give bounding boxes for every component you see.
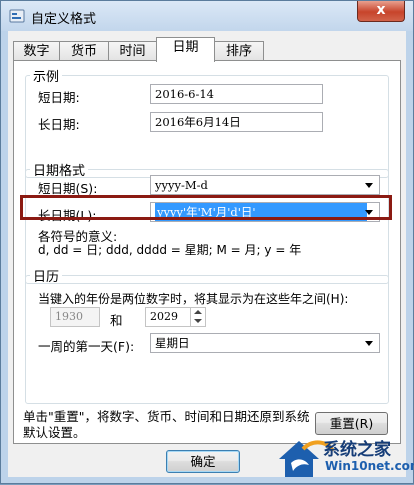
calendar-legend: 日历 (33, 270, 60, 285)
year-to-value: 2029 (150, 310, 178, 323)
arrow-down-icon (194, 319, 202, 323)
and-label: 和 (110, 313, 123, 328)
close-icon: x (376, 2, 386, 18)
example-long-label: 长日期: (38, 117, 80, 132)
long-date-value[interactable]: yyyy'年'M'月'd'日' (155, 203, 367, 221)
arrow-up-icon (194, 310, 202, 314)
ok-button[interactable]: 确定 (166, 450, 240, 473)
first-day-combo[interactable]: 星期日 (150, 333, 380, 353)
short-date-label: 短日期(S): (38, 181, 98, 196)
title-bar: 自定义格式 x (1, 1, 413, 31)
first-day-label: 一周的第一天(F): (38, 339, 135, 354)
dialog-client-area: 数字 货币 时间 日期 排序 示例 短日期: 2016-6-14 长日期: 20… (8, 31, 406, 477)
year-from-field: 1930 (50, 307, 100, 327)
example-long-field: 2016年6月14日 (150, 112, 323, 132)
tab-numbers[interactable]: 数字 (13, 41, 60, 61)
example-legend: 示例 (33, 70, 60, 85)
year-from-value: 1930 (55, 310, 83, 323)
example-short-label: 短日期: (38, 90, 80, 105)
tab-currency[interactable]: 货币 (59, 41, 109, 61)
site-watermark: 系统之家 Win10net.com (273, 429, 414, 485)
region-settings-icon (9, 9, 25, 23)
long-date-label: 长日期(L): (38, 208, 97, 223)
custom-format-dialog: 自定义格式 x 数字 货币 时间 日期 排序 示例 短日期: 2016-6-14… (0, 0, 414, 484)
date-format-legend: 日期格式 (33, 164, 86, 179)
year-to-spin-buttons[interactable] (190, 308, 205, 326)
chevron-down-icon (365, 183, 373, 188)
tab-date[interactable]: 日期 (156, 37, 215, 62)
example-short-field: 2016-6-14 (150, 84, 323, 104)
watermark-brand-cn: 系统之家 (323, 440, 391, 460)
symbols-meaning: d, dd = 日; ddd, dddd = 星期; M = 月; y = 年 (38, 243, 302, 257)
short-date-combo[interactable]: yyyy-M-d (150, 175, 380, 195)
window-title: 自定义格式 (31, 12, 97, 27)
chevron-down-icon (365, 210, 373, 215)
first-day-value: 星期日 (155, 336, 190, 350)
tab-sort[interactable]: 排序 (214, 41, 264, 61)
date-tab-panel: 示例 短日期: 2016-6-14 长日期: 2016年6月14日 日期格式 短… (13, 60, 401, 444)
close-button[interactable]: x (357, 1, 405, 22)
year-to-stepper[interactable]: 2029 (145, 307, 206, 327)
short-date-value: yyyy-M-d (155, 178, 208, 192)
tab-time[interactable]: 时间 (108, 41, 157, 61)
two-digit-year-text: 当键入的年份是两位数字时，将其显示为在这些年之间(H): (38, 292, 349, 306)
chevron-down-icon (365, 341, 373, 346)
watermark-brand-en: Win10net.com (325, 459, 414, 473)
long-date-combo[interactable]: yyyy'年'M'月'd'日' (150, 202, 380, 222)
reset-description: 单击"重置"，将数字、货币、时间和日期还原到系统默认设置。 (23, 409, 310, 440)
